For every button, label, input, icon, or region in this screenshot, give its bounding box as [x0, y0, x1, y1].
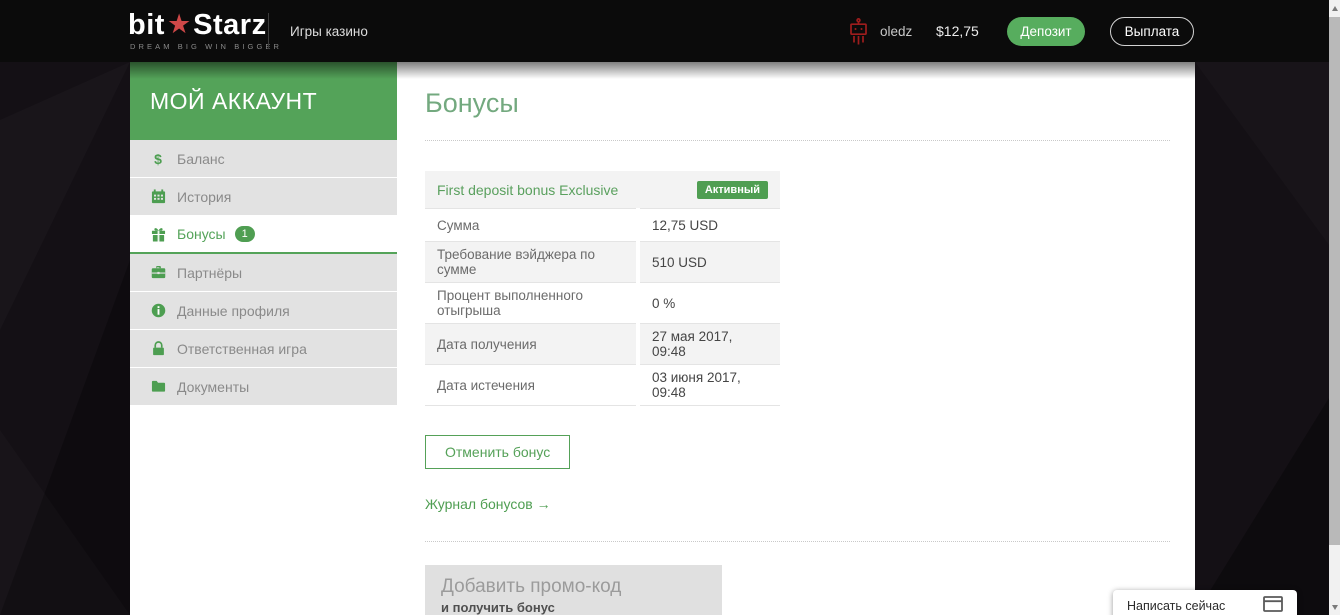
sidebar-item-balance[interactable]: $ Баланс — [130, 140, 397, 177]
sidebar-item-responsible-gaming[interactable]: Ответственная игра — [130, 330, 397, 367]
robot-avatar-icon — [848, 18, 869, 50]
bonus-row-expiry-date: Дата истечения 03 июня 2017, 09:48 — [425, 364, 780, 406]
vertical-scrollbar[interactable] — [1329, 0, 1340, 615]
bonus-count-badge: 1 — [235, 226, 255, 242]
header-divider — [268, 13, 269, 49]
main-content: Бонусы First deposit bonus Exclusive Акт… — [397, 62, 1195, 615]
sidebar-item-label: Баланс — [177, 151, 225, 167]
nav-casino-games[interactable]: Игры казино — [290, 0, 368, 62]
page-title: Бонусы — [425, 88, 1170, 119]
cancel-bonus-button[interactable]: Отменить бонус — [425, 435, 570, 469]
sidebar-item-label: Бонусы — [177, 226, 226, 242]
sidebar-item-label: Документы — [177, 379, 249, 395]
logo-text-bit: bit — [128, 11, 165, 40]
bonus-name: First deposit bonus Exclusive — [437, 182, 618, 198]
promo-subtitle: и получить бонус — [441, 600, 706, 615]
gift-icon — [150, 226, 166, 242]
sidebar-title: МОЙ АККАУНТ — [150, 88, 317, 115]
deposit-button[interactable]: Депозит — [1007, 17, 1085, 46]
scroll-down-arrow[interactable] — [1329, 599, 1340, 615]
info-icon — [150, 303, 166, 319]
row-label: Требование вэйджера по сумме — [425, 241, 636, 282]
sidebar-item-history[interactable]: История — [130, 178, 397, 215]
sidebar-item-partners[interactable]: Партнёры — [130, 254, 397, 291]
lock-icon — [150, 341, 166, 357]
top-header-bar: bit ★ Starz DREAM BIG WIN BIGGER Игры ка… — [0, 0, 1340, 62]
status-badge: Активный — [697, 181, 768, 199]
bonus-row-wager: Требование вэйджера по сумме 510 USD — [425, 241, 780, 282]
sidebar-item-bonuses[interactable]: Бонусы 1 — [130, 216, 397, 254]
chat-label: Написать сейчас — [1127, 599, 1263, 613]
logo-tagline: DREAM BIG WIN BIGGER — [128, 43, 282, 51]
sidebar-item-label: Данные профиля — [177, 303, 290, 319]
scrollbar-thumb[interactable] — [1329, 17, 1340, 545]
sidebar-item-label: Ответственная игра — [177, 341, 307, 357]
folder-icon — [150, 379, 166, 395]
bitstarz-logo[interactable]: bit ★ Starz DREAM BIG WIN BIGGER — [128, 11, 282, 51]
sidebar-item-label: Партнёры — [177, 265, 242, 281]
scroll-up-arrow[interactable] — [1329, 0, 1340, 16]
sidebar-item-documents[interactable]: Документы — [130, 368, 397, 405]
row-label: Процент выполненного отыгрыша — [425, 282, 636, 323]
bonus-row-amount: Сумма 12,75 USD — [425, 208, 780, 241]
sidebar-item-label: История — [177, 189, 231, 205]
star-icon: ★ — [167, 11, 191, 38]
bonus-row-received-date: Дата получения 27 мая 2017, 09:48 — [425, 323, 780, 364]
promo-title: Добавить промо-код — [441, 576, 706, 598]
journal-link-label: Журнал бонусов — [425, 496, 533, 512]
row-label: Дата получения — [425, 323, 636, 364]
bonus-row-progress: Процент выполненного отыгрыша 0 % — [425, 282, 780, 323]
row-value: 0 % — [640, 282, 780, 323]
row-label: Дата истечения — [425, 364, 636, 406]
payout-button[interactable]: Выплата — [1110, 17, 1194, 46]
balance-amount[interactable]: $12,75 — [936, 0, 979, 62]
account-sidebar: МОЙ АККАУНТ $ Баланс История — [130, 62, 397, 615]
calendar-icon — [150, 189, 166, 205]
chat-window-icon — [1263, 596, 1283, 615]
bonus-card: First deposit bonus Exclusive Активный С… — [425, 171, 780, 406]
row-label: Сумма — [425, 208, 636, 241]
live-chat-widget[interactable]: Написать сейчас — [1113, 590, 1297, 615]
title-divider — [425, 140, 1170, 141]
dollar-icon: $ — [150, 151, 166, 167]
section-divider — [425, 541, 1170, 542]
row-value: 12,75 USD — [640, 208, 780, 241]
bonus-journal-link[interactable]: Журнал бонусов → — [425, 496, 1170, 512]
username-label[interactable]: oledz — [880, 0, 912, 62]
arrow-right-icon: → — [537, 496, 550, 512]
row-value: 03 июня 2017, 09:48 — [640, 364, 780, 406]
logo-text-starz: Starz — [193, 11, 266, 40]
promo-code-box: Добавить промо-код и получить бонус — [425, 565, 722, 615]
content-sheet: МОЙ АККАУНТ $ Баланс История — [130, 62, 1195, 615]
bonus-card-header: First deposit bonus Exclusive Активный — [425, 171, 780, 208]
sidebar-header: МОЙ АККАУНТ — [130, 62, 397, 140]
briefcase-icon — [150, 265, 166, 281]
row-value: 27 мая 2017, 09:48 — [640, 323, 780, 364]
sidebar-item-profile[interactable]: Данные профиля — [130, 292, 397, 329]
row-value: 510 USD — [640, 241, 780, 282]
